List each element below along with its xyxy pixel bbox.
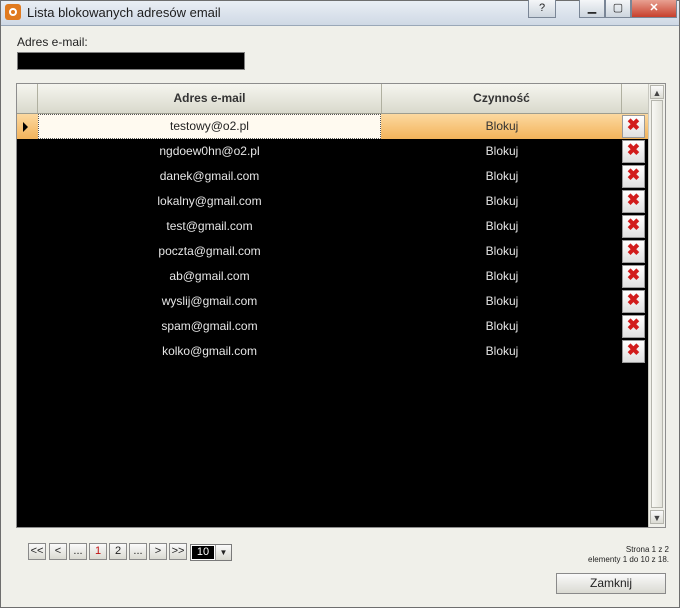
delete-row-button[interactable]: ✖ <box>622 290 645 313</box>
delete-row-button[interactable]: ✖ <box>622 165 645 188</box>
table-row[interactable]: danek@gmail.com Blokuj ✖ <box>17 164 648 189</box>
table-row[interactable]: kolko@gmail.com Blokuj ✖ <box>17 339 648 364</box>
grid-header: Adres e-mail Czynność <box>17 84 648 114</box>
action-cell[interactable]: Blokuj <box>382 164 622 189</box>
vertical-scrollbar[interactable]: ▲ ▼ <box>648 84 665 527</box>
action-cell[interactable]: Blokuj <box>382 264 622 289</box>
close-button[interactable]: Zamknij <box>556 573 666 594</box>
delete-row-button[interactable]: ✖ <box>622 240 645 263</box>
page-size-select[interactable]: 10 ▼ <box>190 544 232 561</box>
action-cell[interactable]: Blokuj <box>382 139 622 164</box>
table-row[interactable]: wyslij@gmail.com Blokuj ✖ <box>17 289 648 314</box>
delete-icon: ✖ <box>626 267 641 284</box>
table-row[interactable]: lokalny@gmail.com Blokuj ✖ <box>17 189 648 214</box>
page-info: Strona 1 z 2 elementy 1 do 10 z 18. <box>588 545 669 565</box>
delete-icon: ✖ <box>626 217 641 234</box>
email-cell[interactable]: spam@gmail.com <box>38 314 381 339</box>
email-cell[interactable]: danek@gmail.com <box>38 164 381 189</box>
email-cell[interactable]: lokalny@gmail.com <box>38 189 381 214</box>
delete-icon: ✖ <box>626 242 641 259</box>
email-cell[interactable]: test@gmail.com <box>38 214 381 239</box>
column-header-email[interactable]: Adres e-mail <box>38 84 382 113</box>
table-row[interactable]: poczta@gmail.com Blokuj ✖ <box>17 239 648 264</box>
delete-row-button[interactable]: ✖ <box>622 265 645 288</box>
table-row[interactable]: ab@gmail.com Blokuj ✖ <box>17 264 648 289</box>
pager-last-button[interactable]: >> <box>169 543 187 560</box>
help-icon: ? <box>538 2 546 14</box>
table-row[interactable]: spam@gmail.com Blokuj ✖ <box>17 314 648 339</box>
page-size-value: 10 <box>192 546 214 559</box>
row-indicator-icon <box>23 122 28 132</box>
delete-icon: ✖ <box>626 292 641 309</box>
title-bar[interactable]: Lista blokowanych adresów email ? ▁ ▢ ✕ <box>1 0 679 26</box>
column-header-action[interactable]: Czynność <box>382 84 622 113</box>
minimize-icon: ▁ <box>587 2 597 14</box>
action-cell[interactable]: Blokuj <box>382 239 622 264</box>
email-cell[interactable]: testowy@o2.pl <box>38 114 381 139</box>
blocked-emails-grid: Adres e-mail Czynność testowy@o2.pl Bloku… <box>16 83 666 528</box>
delete-icon: ✖ <box>626 142 641 159</box>
action-cell[interactable]: Blokuj <box>382 189 622 214</box>
window-close-button[interactable]: ✕ <box>631 0 677 18</box>
close-icon: ✕ <box>649 2 659 14</box>
table-row[interactable]: testowy@o2.pl Blokuj ✖ <box>17 114 648 139</box>
delete-row-button[interactable]: ✖ <box>622 115 645 138</box>
chevron-down-icon[interactable]: ▼ <box>215 545 231 560</box>
action-cell[interactable]: Blokuj <box>382 289 622 314</box>
delete-column-header <box>622 84 648 113</box>
email-filter-input[interactable] <box>17 52 245 70</box>
action-cell[interactable]: Blokuj <box>382 339 622 364</box>
delete-icon: ✖ <box>626 192 641 209</box>
maximize-button[interactable]: ▢ <box>605 0 631 18</box>
delete-icon: ✖ <box>626 317 641 334</box>
email-cell[interactable]: ngdoew0hn@o2.pl <box>38 139 381 164</box>
delete-row-button[interactable]: ✖ <box>622 140 645 163</box>
email-filter-label: Adres e-mail: <box>17 35 88 49</box>
email-cell[interactable]: wyslij@gmail.com <box>38 289 381 314</box>
pager-prev-button[interactable]: < <box>49 543 67 560</box>
minimize-button[interactable]: ▁ <box>579 0 605 18</box>
help-button[interactable]: ? <box>528 0 556 18</box>
email-cell[interactable]: kolko@gmail.com <box>38 339 381 364</box>
action-cell[interactable]: Blokuj <box>382 214 622 239</box>
scroll-up-icon[interactable]: ▲ <box>650 85 664 99</box>
delete-row-button[interactable]: ✖ <box>622 190 645 213</box>
pager-page-2[interactable]: 2 <box>109 543 127 560</box>
scrollbar-thumb[interactable] <box>651 100 663 508</box>
row-indicator-header <box>17 84 38 113</box>
pager-ellipsis-right[interactable]: ... <box>129 543 147 560</box>
table-row[interactable]: ngdoew0hn@o2.pl Blokuj ✖ <box>17 139 648 164</box>
action-cell[interactable]: Blokuj <box>382 314 622 339</box>
delete-row-button[interactable]: ✖ <box>622 215 645 238</box>
action-cell[interactable]: Blokuj <box>382 114 622 139</box>
dialog-window: Lista blokowanych adresów email ? ▁ ▢ ✕ … <box>0 0 680 608</box>
app-icon <box>5 4 21 20</box>
email-cell[interactable]: poczta@gmail.com <box>38 239 381 264</box>
email-cell[interactable]: ab@gmail.com <box>38 264 381 289</box>
delete-icon: ✖ <box>626 117 641 134</box>
pager-first-button[interactable]: << <box>28 543 46 560</box>
delete-row-button[interactable]: ✖ <box>622 340 645 363</box>
maximize-icon: ▢ <box>612 2 624 14</box>
table-row[interactable]: test@gmail.com Blokuj ✖ <box>17 214 648 239</box>
page-info-items: elementy 1 do 10 z 18. <box>588 555 669 564</box>
pager-page-1[interactable]: 1 <box>89 543 107 560</box>
pager-next-button[interactable]: > <box>149 543 167 560</box>
delete-row-button[interactable]: ✖ <box>622 315 645 338</box>
delete-icon: ✖ <box>626 342 641 359</box>
page-info-page: Strona 1 z 2 <box>625 545 669 554</box>
window-title: Lista blokowanych adresów email <box>27 5 221 20</box>
scroll-down-icon[interactable]: ▼ <box>650 510 664 524</box>
pager-ellipsis-left[interactable]: ... <box>69 543 87 560</box>
delete-icon: ✖ <box>626 167 641 184</box>
